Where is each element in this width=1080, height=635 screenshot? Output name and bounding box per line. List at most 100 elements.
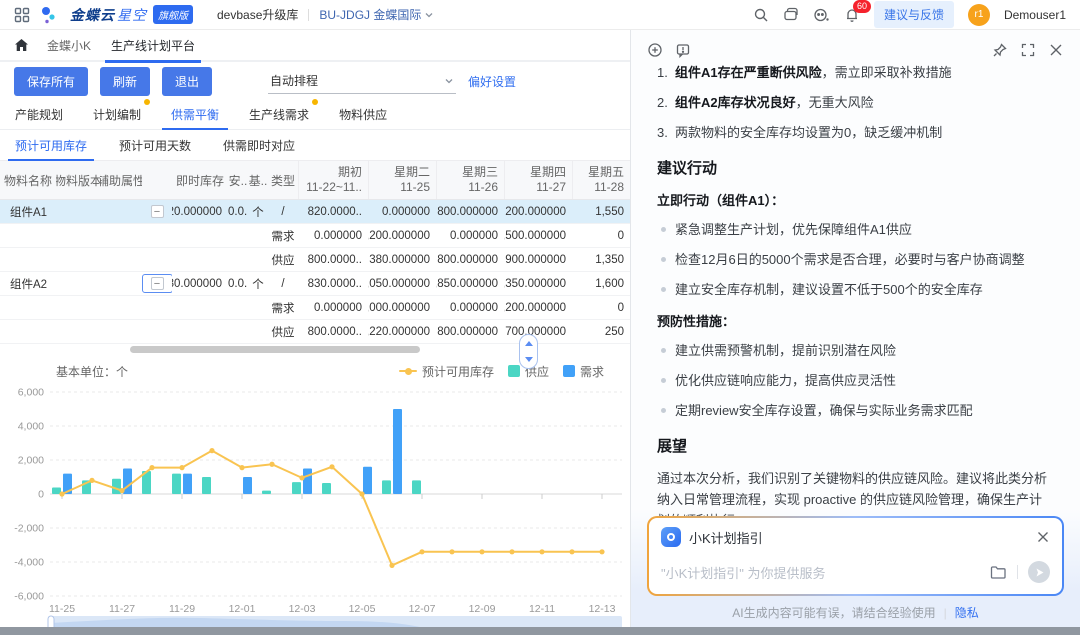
expand-icon[interactable] — [1020, 42, 1036, 58]
assistant-icon[interactable] — [813, 7, 830, 23]
nav-tab-active[interactable]: 生产线计划平台 — [109, 29, 197, 61]
table-cell[interactable] — [172, 296, 228, 319]
table-cell[interactable]: 个 — [248, 200, 268, 223]
collapse-up-icon[interactable] — [525, 341, 533, 346]
table-cell[interactable] — [248, 224, 268, 247]
privacy-link[interactable]: 隐私 — [955, 604, 979, 621]
table-cell[interactable] — [0, 224, 56, 247]
module-tab[interactable]: 计划编制 — [92, 100, 142, 129]
table-cell[interactable] — [100, 272, 142, 295]
table-cell[interactable] — [56, 272, 100, 295]
table-cell[interactable] — [248, 296, 268, 319]
chat-input[interactable]: "小K计划指引" 为你提供服务 — [649, 552, 1062, 594]
table-cell[interactable]: 1,600 — [572, 272, 630, 295]
nav-tab-home[interactable]: 金蝶小K — [45, 29, 93, 61]
collapse-cell[interactable] — [142, 224, 172, 247]
table-cell[interactable]: 组件A1 — [0, 200, 56, 223]
table-cell[interactable] — [228, 320, 248, 343]
view-subtab[interactable]: 预计可用库存 — [14, 131, 88, 160]
table-cell[interactable]: / — [268, 272, 298, 295]
table-cell[interactable]: 需求 — [268, 224, 298, 247]
table-cell[interactable] — [0, 248, 56, 271]
table-cell[interactable]: 1,000.000000 — [368, 296, 436, 319]
legend-item-demand[interactable]: 需求 — [563, 363, 604, 380]
search-icon[interactable] — [753, 7, 769, 23]
splitter-stepper[interactable] — [519, 334, 538, 369]
collapse-cell[interactable] — [142, 296, 172, 319]
table-cell[interactable] — [228, 224, 248, 247]
table-cell[interactable] — [228, 296, 248, 319]
table-cell[interactable] — [56, 320, 100, 343]
collapse-toggle-icon[interactable]: − — [151, 205, 164, 218]
view-subtab[interactable]: 供需即时对应 — [222, 131, 296, 160]
table-row[interactable]: 需求0.0000001,000.0000000.0000001,200.0000… — [0, 296, 630, 320]
table-cell[interactable] — [228, 248, 248, 271]
table-cell[interactable]: 1,050.000000 — [368, 272, 436, 295]
table-cell[interactable]: 800.0000.. — [298, 248, 368, 271]
module-tab[interactable]: 物料供应 — [338, 100, 388, 129]
table-cell[interactable]: 1,500.000000 — [504, 224, 572, 247]
table-row[interactable]: 供应800.0000..380.000000800.000000900.0000… — [0, 248, 630, 272]
table-cell[interactable] — [100, 320, 142, 343]
exit-button[interactable]: 退出 — [162, 67, 212, 96]
app-grid-icon[interactable] — [14, 7, 30, 23]
table-cell[interactable] — [172, 248, 228, 271]
table-cell[interactable]: 380.000000 — [368, 248, 436, 271]
table-cell[interactable]: 800.000000 — [436, 200, 504, 223]
table-cell[interactable]: 1,550 — [572, 200, 630, 223]
table-cell[interactable]: 1,350.000000 — [504, 272, 572, 295]
table-cell[interactable]: 820.0000.. — [298, 200, 368, 223]
legend-item-inventory[interactable]: 预计可用库存 — [399, 363, 494, 380]
table-cell[interactable]: 1,200.000000 — [504, 296, 572, 319]
table-cell[interactable] — [0, 296, 56, 319]
table-row[interactable]: 需求0.0000001,200.0000000.0000001,500.0000… — [0, 224, 630, 248]
view-subtab[interactable]: 预计可用天数 — [118, 131, 192, 160]
hscrollbar-thumb[interactable] — [130, 346, 420, 353]
refresh-button[interactable]: 刷新 — [100, 67, 150, 96]
pin-icon[interactable] — [992, 42, 1008, 58]
schedule-mode-select[interactable]: 自动排程 — [268, 68, 456, 94]
table-cell[interactable] — [248, 248, 268, 271]
module-tab[interactable]: 产能规划 — [14, 100, 64, 129]
table-cell[interactable]: 1,350 — [572, 248, 630, 271]
save-all-button[interactable]: 保存所有 — [14, 67, 88, 96]
table-cell[interactable] — [248, 320, 268, 343]
home-icon[interactable] — [14, 38, 29, 52]
table-cell[interactable] — [100, 248, 142, 271]
table-cell[interactable]: 需求 — [268, 296, 298, 319]
table-cell[interactable]: 0.0.. — [228, 200, 248, 223]
module-tab[interactable]: 供需平衡 — [170, 100, 220, 129]
table-cell[interactable]: 0 — [572, 296, 630, 319]
table-cell[interactable]: 0.000000 — [298, 224, 368, 247]
table-cell[interactable]: 830.0000.. — [298, 272, 368, 295]
new-topic-icon[interactable] — [647, 42, 663, 58]
table-cell[interactable] — [172, 224, 228, 247]
table-cell[interactable]: 供应 — [268, 248, 298, 271]
table-cell[interactable]: 20.000000 — [172, 200, 228, 223]
collapse-cell[interactable] — [142, 320, 172, 343]
message-icon[interactable] — [783, 7, 799, 23]
table-cell[interactable]: 900.000000 — [504, 248, 572, 271]
table-cell[interactable]: 30.000000 — [172, 272, 228, 295]
preferences-link[interactable]: 偏好设置 — [468, 73, 516, 90]
table-cell[interactable] — [100, 224, 142, 247]
notifications-bell-icon[interactable]: 60 — [844, 7, 860, 23]
table-cell[interactable] — [0, 320, 56, 343]
table-cell[interactable]: 1,200.000000 — [368, 224, 436, 247]
collapse-down-icon[interactable] — [525, 357, 533, 362]
table-cell[interactable]: 供应 — [268, 320, 298, 343]
table-cell[interactable]: 0.000000 — [368, 200, 436, 223]
table-cell[interactable]: 组件A2 — [0, 272, 56, 295]
table-cell[interactable]: 个 — [248, 272, 268, 295]
table-cell[interactable]: 1,850.000000 — [436, 272, 504, 295]
close-icon[interactable] — [1048, 42, 1064, 58]
table-cell[interactable] — [56, 296, 100, 319]
attach-folder-icon[interactable] — [990, 565, 1007, 580]
table-cell[interactable]: 700.000000 — [504, 320, 572, 343]
table-cell[interactable]: / — [268, 200, 298, 223]
table-cell[interactable] — [172, 320, 228, 343]
table-cell[interactable]: 0.000000 — [436, 224, 504, 247]
table-cell[interactable]: 0.000000 — [298, 296, 368, 319]
table-cell[interactable]: 800.000000 — [436, 320, 504, 343]
feedback-button[interactable]: 建议与反馈 — [874, 1, 954, 28]
